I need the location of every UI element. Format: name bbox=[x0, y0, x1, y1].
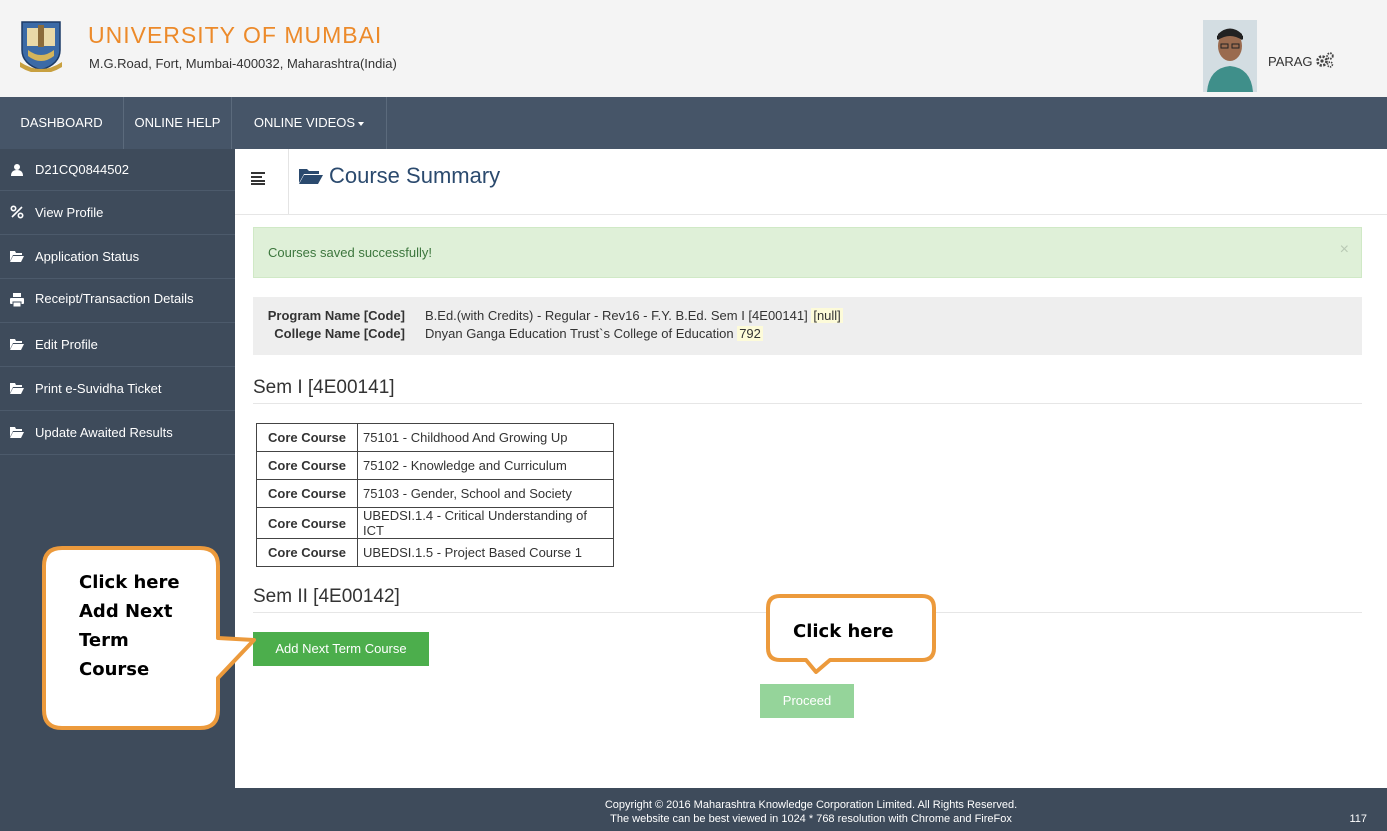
course-type: Core Course bbox=[256, 538, 358, 567]
nav-online-videos-label: ONLINE VIDEOS bbox=[253, 115, 356, 130]
sem1-heading: Sem I [4E00141] bbox=[253, 377, 395, 398]
program-name-label: Program Name [Code] bbox=[267, 308, 405, 323]
college-code: 792 bbox=[737, 326, 763, 341]
close-icon[interactable]: × bbox=[1340, 241, 1349, 259]
table-row: Core Course UBEDSI.1.5 - Project Based C… bbox=[256, 538, 614, 567]
browser-note: The website can be best viewed in 1024 *… bbox=[610, 813, 1012, 825]
folder-icon bbox=[10, 383, 24, 394]
table-row: Core Course 75103 - Gender, School and S… bbox=[256, 479, 614, 508]
college-name-label: College Name [Code] bbox=[274, 326, 405, 341]
college-name-text: Dnyan Ganga Education Trust`s College of… bbox=[425, 326, 734, 341]
program-name-value: B.Ed.(with Credits) - Regular - Rev16 - … bbox=[425, 308, 843, 323]
sidebar-item-print-ticket[interactable]: Print e-Suvidha Ticket bbox=[0, 367, 235, 411]
callout-line: Add Next bbox=[79, 601, 173, 622]
callout-line: Term bbox=[79, 630, 129, 651]
table-row: Core Course UBEDSI.1.4 - Critical Unders… bbox=[256, 507, 614, 539]
program-info: Program Name [Code] B.Ed.(with Credits) … bbox=[253, 297, 1362, 355]
callout-proceed-text: Click here bbox=[793, 621, 894, 642]
sidebar-item-label: Update Awaited Results bbox=[35, 425, 173, 440]
college-name-value: Dnyan Ganga Education Trust`s College of… bbox=[425, 326, 763, 341]
copyright-text: Copyright © 2016 Maharashtra Knowledge C… bbox=[604, 799, 1018, 811]
sidebar-item-view-profile[interactable]: View Profile bbox=[0, 191, 235, 235]
nav-dashboard[interactable]: DASHBOARD bbox=[0, 97, 123, 149]
university-name: UNIVERSITY OF MUMBAI bbox=[88, 22, 383, 48]
proceed-button[interactable]: Proceed bbox=[760, 684, 854, 718]
table-row: Core Course 75102 - Knowledge and Curric… bbox=[256, 451, 614, 480]
menu-icon bbox=[251, 172, 265, 185]
link-icon bbox=[10, 205, 24, 219]
username[interactable]: PARAG bbox=[1268, 54, 1313, 69]
sidebar-item-edit-profile[interactable]: Edit Profile bbox=[0, 323, 235, 367]
course-name: 75102 - Knowledge and Curriculum bbox=[357, 451, 614, 480]
nav-online-help[interactable]: ONLINE HELP bbox=[124, 97, 231, 149]
course-type: Core Course bbox=[256, 479, 358, 508]
university-logo bbox=[20, 21, 62, 72]
sidebar-item-label: View Profile bbox=[35, 205, 104, 220]
gear-icon[interactable] bbox=[1315, 51, 1335, 69]
page-header: UNIVERSITY OF MUMBAI M.G.Road, Fort, Mum… bbox=[0, 0, 1387, 97]
course-type: Core Course bbox=[256, 507, 358, 539]
footer-number: 117 bbox=[1349, 813, 1367, 825]
top-navigation: DASHBOARD ONLINE HELP ONLINE VIDEOS bbox=[0, 97, 1387, 149]
chevron-down-icon bbox=[358, 121, 365, 126]
university-address: M.G.Road, Fort, Mumbai-400032, Maharasht… bbox=[89, 56, 397, 71]
sidebar-item-receipt[interactable]: Receipt/Transaction Details bbox=[0, 279, 235, 323]
sidebar-item-user-id[interactable]: D21CQ0844502 bbox=[0, 149, 235, 191]
page-footer: Copyright © 2016 Maharashtra Knowledge C… bbox=[235, 788, 1387, 831]
folder-icon bbox=[10, 339, 24, 350]
content-header: Course Summary bbox=[235, 149, 1387, 215]
callout-add-course-text: Click here Add Next Term Course bbox=[79, 568, 180, 684]
course-table: Core Course 75101 - Childhood And Growin… bbox=[256, 423, 614, 567]
course-name: UBEDSI.1.4 - Critical Understanding of I… bbox=[357, 507, 614, 539]
course-type: Core Course bbox=[256, 423, 358, 452]
table-row: Core Course 75101 - Childhood And Growin… bbox=[256, 423, 614, 452]
callout-line: Click here bbox=[79, 572, 180, 593]
sidebar-item-label: D21CQ0844502 bbox=[35, 162, 129, 177]
sidebar-item-label: Receipt/Transaction Details bbox=[35, 291, 194, 306]
course-name: 75101 - Childhood And Growing Up bbox=[357, 423, 614, 452]
sidebar-item-application-status[interactable]: Application Status bbox=[0, 235, 235, 279]
nav-divider bbox=[386, 97, 387, 149]
program-code: [null] bbox=[811, 308, 843, 323]
page-title: Course Summary bbox=[329, 163, 501, 188]
nav-online-videos[interactable]: ONLINE VIDEOS bbox=[232, 97, 386, 149]
sidebar-toggle[interactable] bbox=[235, 149, 289, 214]
course-name: UBEDSI.1.5 - Project Based Course 1 bbox=[357, 538, 614, 567]
sem2-heading: Sem II [4E00142] bbox=[253, 586, 400, 607]
program-name-text: B.Ed.(with Credits) - Regular - Rev16 - … bbox=[425, 308, 808, 323]
success-alert: Courses saved successfully! × bbox=[253, 227, 1362, 278]
add-next-term-course-button[interactable]: Add Next Term Course bbox=[253, 632, 429, 666]
sidebar-item-label: Application Status bbox=[35, 249, 140, 264]
folder-open-icon bbox=[299, 169, 323, 184]
avatar bbox=[1203, 20, 1257, 92]
print-icon bbox=[10, 293, 24, 307]
sidebar-item-update-results[interactable]: Update Awaited Results bbox=[0, 411, 235, 455]
sidebar-item-label: Edit Profile bbox=[35, 337, 98, 352]
callout-line: Course bbox=[79, 659, 150, 680]
course-type: Core Course bbox=[256, 451, 358, 480]
user-icon bbox=[11, 164, 23, 176]
sidebar-item-label: Print e-Suvidha Ticket bbox=[35, 381, 162, 396]
alert-message: Courses saved successfully! bbox=[268, 245, 433, 260]
folder-icon bbox=[10, 427, 24, 438]
course-name: 75103 - Gender, School and Society bbox=[357, 479, 614, 508]
folder-icon bbox=[10, 251, 24, 262]
divider bbox=[253, 403, 1362, 404]
